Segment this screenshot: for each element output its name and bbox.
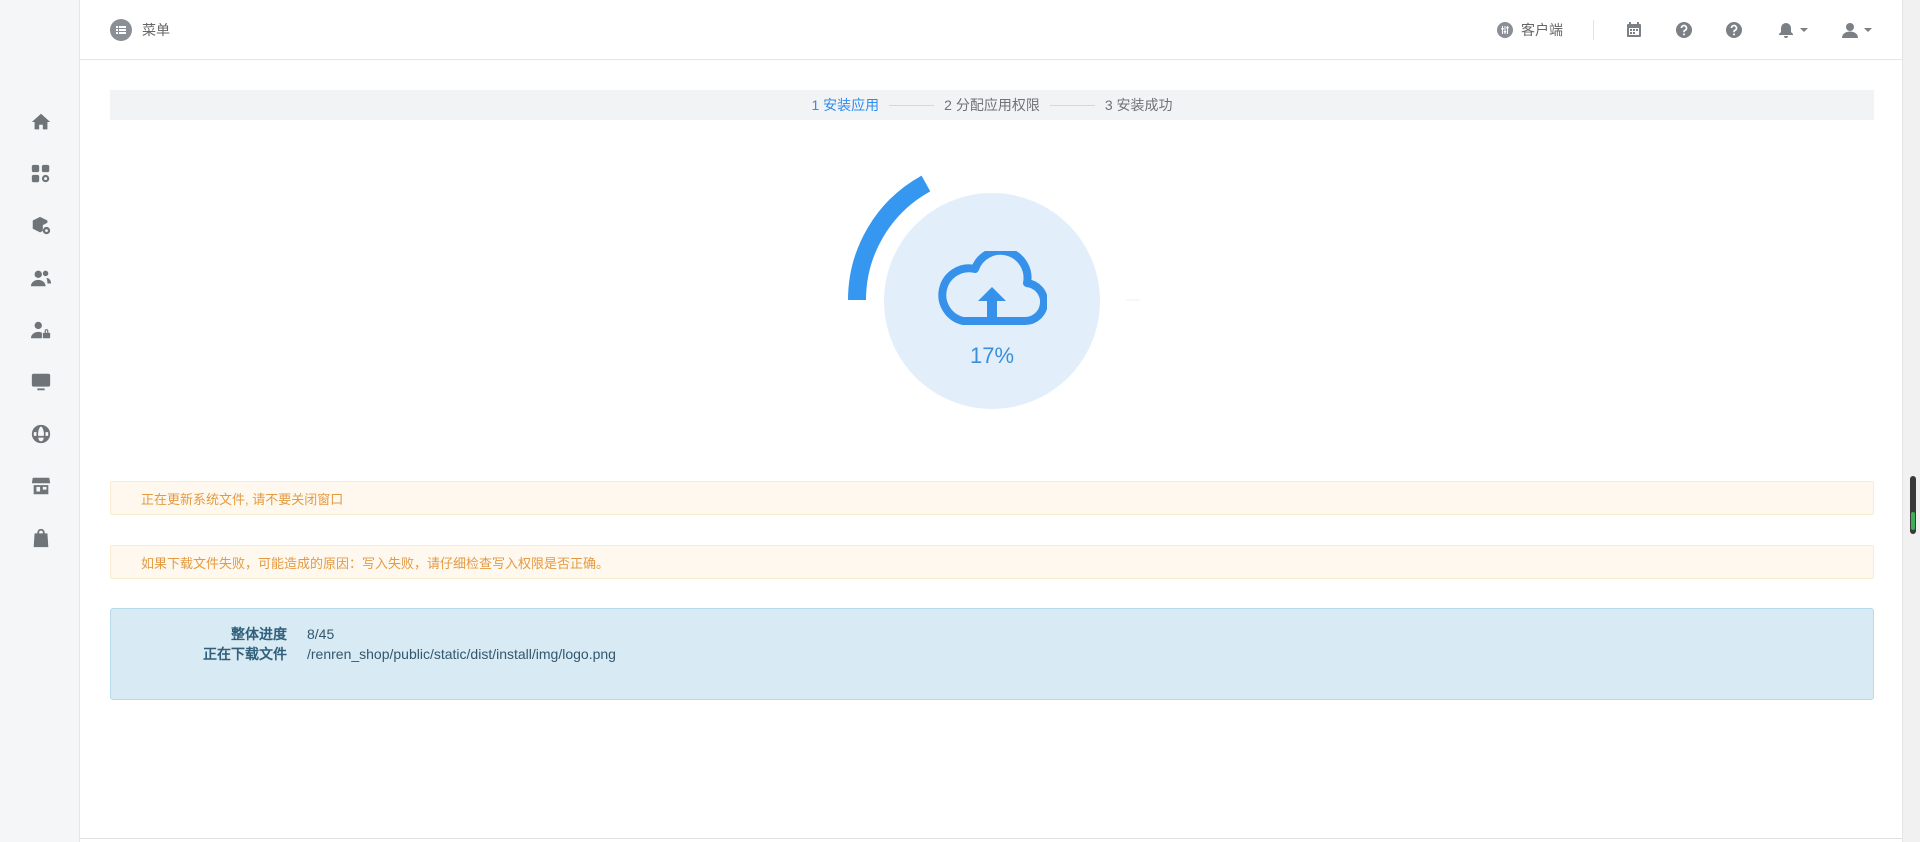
top-header: 菜单 客户端 [80,0,1902,60]
help-icon[interactable] [1674,20,1694,40]
chevron-down-icon [1799,28,1808,32]
calendar-icon[interactable] [1624,20,1644,40]
users-icon[interactable] [26,263,56,293]
downloading-file-row: 正在下载文件 /renren_shop/public/static/dist/i… [111,644,616,664]
menu-label: 菜单 [142,22,170,38]
scrollbar[interactable] [1902,0,1920,842]
apps-settings-icon[interactable] [26,159,56,189]
user-icon [1841,23,1858,38]
cloud-upload-icon [938,251,1047,326]
step-connector [1049,104,1095,106]
package-settings-icon[interactable] [26,211,56,241]
list-icon [110,19,132,41]
footer-divider [80,838,1902,839]
globe-icon[interactable] [26,419,56,449]
downloading-file-label: 正在下载文件 [203,646,287,662]
warning-alert: 如果下载文件失败，可能造成的原因：写入失败，请仔细检查写入权限是否正确。 [110,545,1874,579]
overall-progress-value: 8/45 [307,626,335,642]
sliders-icon [1497,22,1513,38]
scrollbar-thumb[interactable] [1910,476,1916,534]
notifications-dropdown[interactable] [1774,20,1810,40]
monitor-icon[interactable] [26,367,56,397]
downloading-file-value: /renren_shop/public/static/dist/install/… [307,646,616,662]
warning-alert: 正在更新系统文件, 请不要关闭窗口 [110,481,1874,515]
step-connector [889,104,935,106]
sidebar [0,0,80,842]
bag-icon[interactable] [26,523,56,553]
header-divider [1593,20,1594,40]
user-lock-icon[interactable] [26,315,56,345]
progress-indicator: 17% [840,165,1140,425]
step-assign-permissions[interactable]: 2 分配应用权限 [944,95,1040,115]
progress-percent: 17% [969,343,1015,368]
overall-progress-label: 整体进度 [231,626,287,642]
chevron-down-icon [1863,28,1872,32]
menu-toggle-button[interactable]: 菜单 [110,19,170,41]
install-steps: 1 安装应用 2 分配应用权限 3 安装成功 [110,90,1874,120]
step-install-app[interactable]: 1 安装应用 [811,95,879,115]
step-install-success[interactable]: 3 安装成功 [1105,95,1173,115]
home-icon[interactable] [26,107,56,137]
download-info-panel: 整体进度 8/45 正在下载文件 /renren_shop/public/sta… [110,608,1874,700]
client-link[interactable]: 客户端 [1497,20,1563,40]
progress-circle: 17% [884,193,1100,409]
overall-progress-row: 整体进度 8/45 [111,624,334,644]
user-dropdown[interactable] [1838,20,1874,40]
help-icon[interactable] [1724,20,1744,40]
client-label: 客户端 [1521,22,1563,38]
store-icon[interactable] [26,471,56,501]
bell-icon [1778,23,1793,38]
